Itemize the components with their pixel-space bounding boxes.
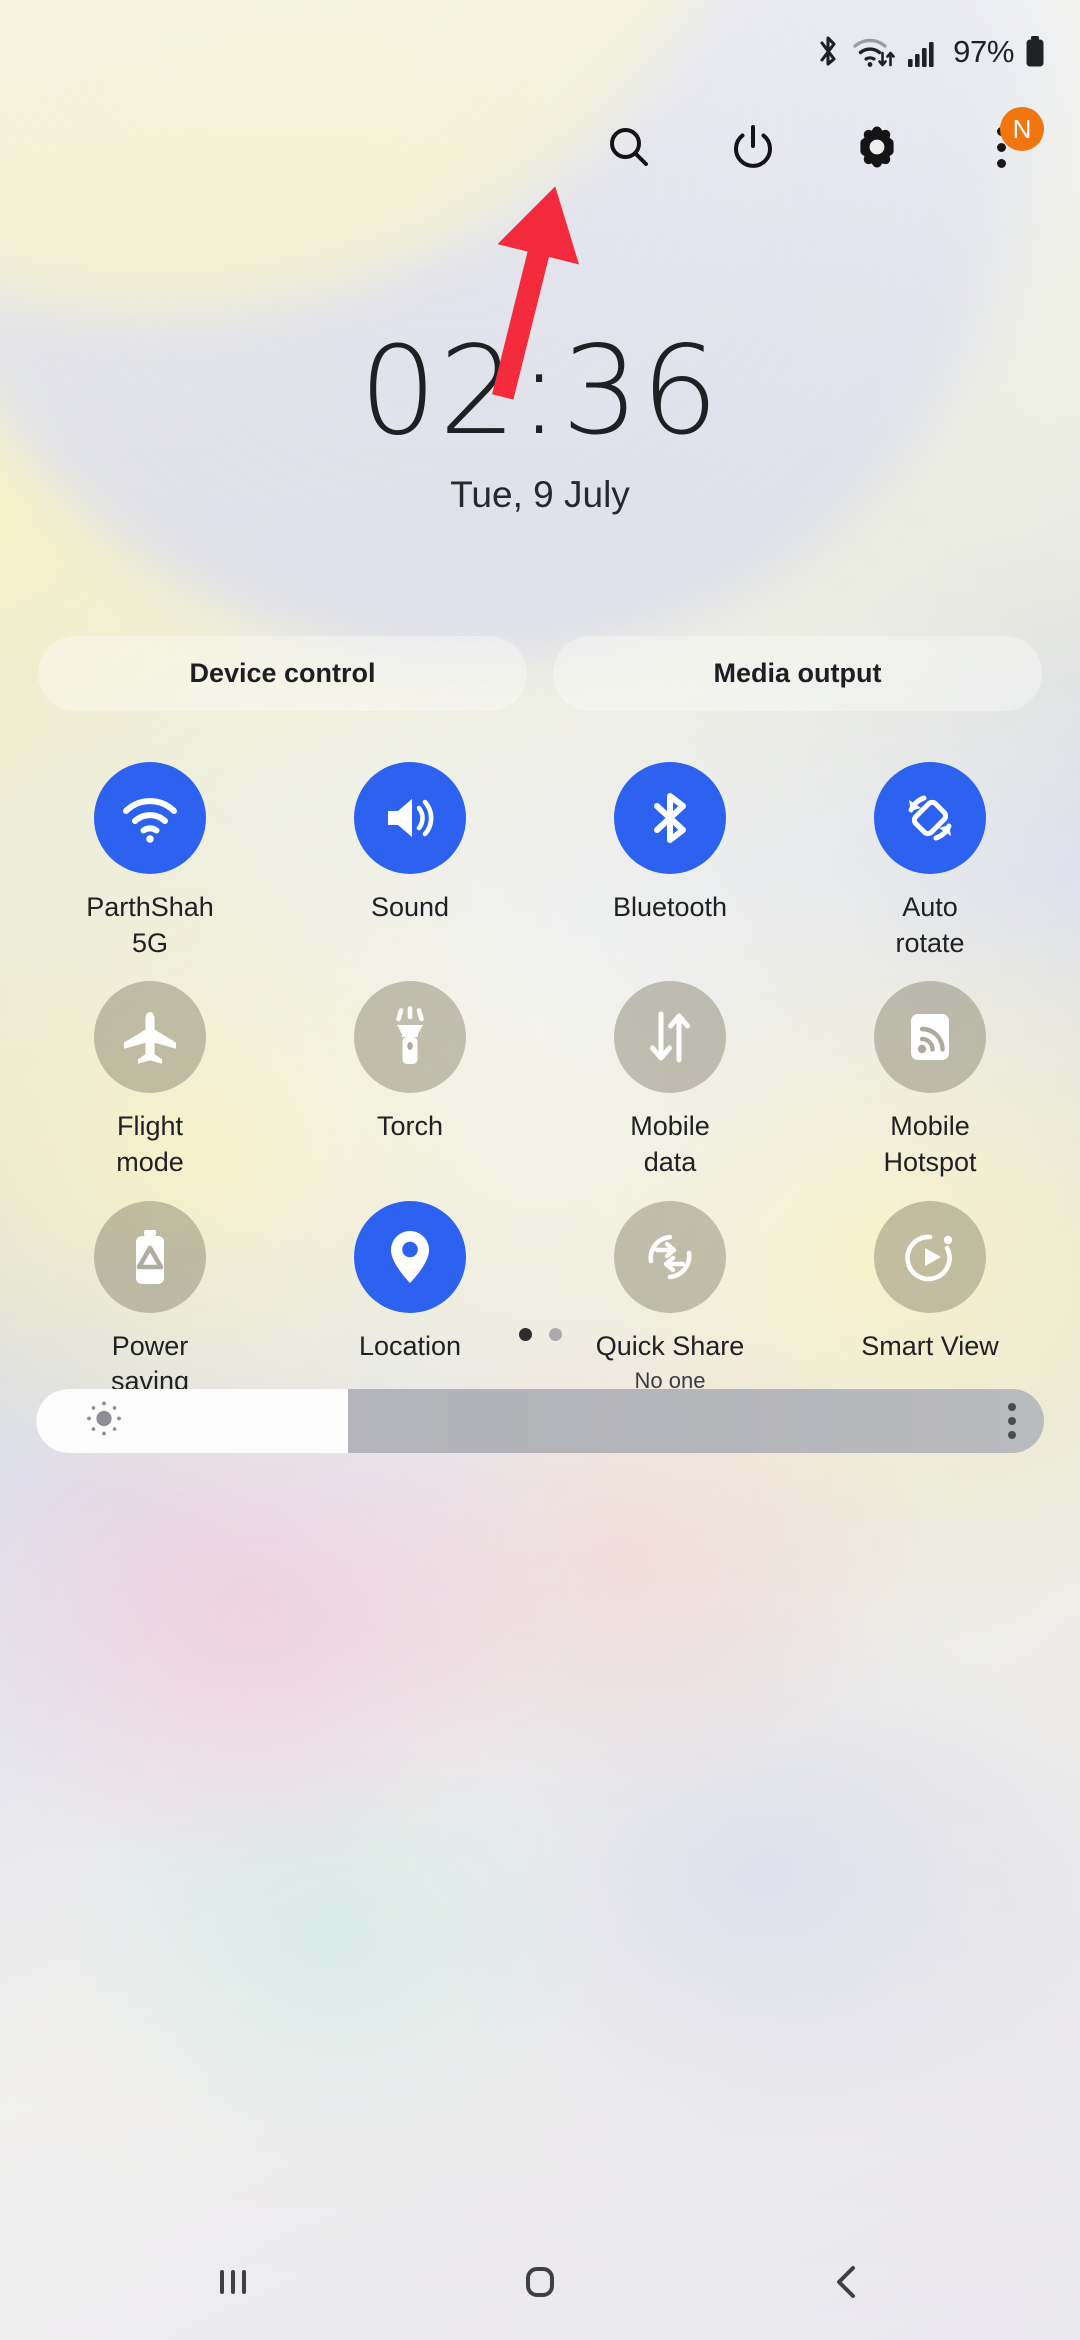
battery-percent-label: 97% <box>953 34 1014 69</box>
qs-label-mobile-data: Mobile data <box>630 1111 710 1177</box>
qs-label-torch: Torch <box>376 1111 444 1142</box>
qs-tile-mobile-data[interactable]: Mobile data <box>540 971 800 1180</box>
gear-icon[interactable] <box>846 116 908 178</box>
page-indicator <box>0 1328 1080 1341</box>
status-bar: 97% <box>0 0 1080 104</box>
bluetooth-icon <box>614 762 726 874</box>
auto-rotate-icon <box>874 762 986 874</box>
qs-label-bluetooth: Bluetooth <box>612 892 728 922</box>
recents-icon[interactable] <box>178 2227 288 2337</box>
hotspot-icon <box>874 981 986 1094</box>
qs-tile-mobile-hotspot[interactable]: Mobile Hotspot <box>800 971 1060 1180</box>
location-pin-icon <box>354 1200 466 1313</box>
power-icon[interactable] <box>722 116 784 178</box>
quick-settings-grid: ParthShah 5G Sound Bluetooth Auto rotate… <box>20 752 1060 1400</box>
smart-view-icon <box>874 1200 986 1313</box>
qs-label-sound: Sound <box>370 892 450 922</box>
navigation-bar <box>0 2224 1080 2340</box>
qs-label-auto-rotate: Auto rotate <box>895 892 965 958</box>
qs-tile-flight-mode[interactable]: Flight mode <box>20 971 280 1180</box>
qs-label-flight-mode: Flight mode <box>116 1111 184 1177</box>
brightness-fill <box>36 1389 349 1453</box>
search-icon[interactable] <box>598 116 660 178</box>
battery-full-icon <box>1024 35 1046 69</box>
back-icon[interactable] <box>792 2227 902 2337</box>
clock-date: Tue, 9 July <box>450 474 630 515</box>
red-arrow-annotation <box>470 176 650 411</box>
page-dot-1[interactable] <box>518 1328 532 1341</box>
device-control-button[interactable]: Device control <box>38 636 527 711</box>
home-icon[interactable] <box>485 2227 595 2337</box>
torch-icon <box>354 981 466 1094</box>
wifi-icon <box>94 762 206 874</box>
bluetooth-icon <box>815 35 841 69</box>
brightness-slider[interactable] <box>36 1389 1044 1453</box>
qs-tile-quick-share[interactable]: Quick Share No one <box>540 1191 800 1400</box>
quick-share-icon <box>614 1200 726 1313</box>
new-indicator-badge: N <box>1000 107 1044 151</box>
brightness-sun-icon <box>84 1399 124 1444</box>
sound-icon <box>354 762 466 874</box>
pill-button-row: Device control Media output <box>38 636 1042 711</box>
power-saving-icon <box>94 1200 206 1313</box>
page-dot-2[interactable] <box>548 1328 562 1341</box>
qs-tile-sound[interactable]: Sound <box>280 752 540 961</box>
qs-tile-bluetooth[interactable]: Bluetooth <box>540 752 800 961</box>
qs-tile-power-saving[interactable]: Power saving <box>20 1191 280 1400</box>
qs-tile-auto-rotate[interactable]: Auto rotate <box>800 752 1060 961</box>
qs-tile-wifi[interactable]: ParthShah 5G <box>20 752 280 961</box>
wifi-data-icon <box>852 35 896 69</box>
media-output-button[interactable]: Media output <box>553 636 1042 711</box>
qs-label-mobile-hotspot: Mobile Hotspot <box>883 1111 977 1177</box>
cellular-signal-icon <box>907 35 939 69</box>
brightness-options-icon[interactable] <box>1008 1403 1016 1439</box>
qs-tile-torch[interactable]: Torch <box>280 971 540 1180</box>
airplane-icon <box>94 981 206 1094</box>
overflow-menu-icon[interactable]: N <box>970 107 1044 178</box>
qs-tile-smart-view[interactable]: Smart View <box>800 1191 1060 1400</box>
mobile-data-icon <box>614 981 726 1094</box>
qs-tile-location[interactable]: Location <box>280 1191 540 1400</box>
qs-label-wifi: ParthShah 5G <box>86 892 214 958</box>
